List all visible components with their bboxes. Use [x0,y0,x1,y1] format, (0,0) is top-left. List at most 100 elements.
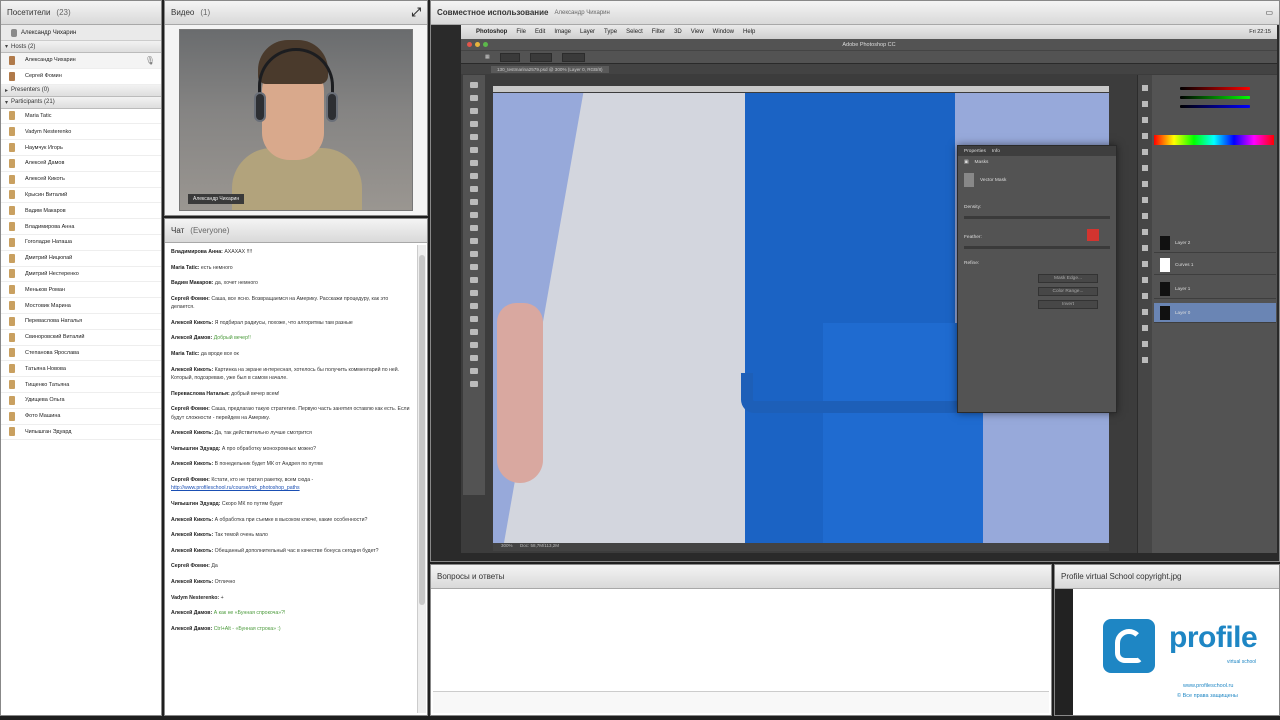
invert-button: Invert [1038,300,1098,309]
participant-name: Алексей Дамов [25,160,65,167]
participant-icon [9,111,15,121]
chat-title: Чат [171,226,185,235]
panel-icon [1142,293,1148,299]
layer-thumb [1160,257,1170,272]
participant-row[interactable]: Наумчук Игорь [1,140,161,156]
participant-row[interactable]: Переваслова Наталья [1,314,161,330]
headphone-left [254,92,266,122]
layer-row: Layer 1 [1154,279,1276,299]
participant-row[interactable]: Вадим Макаров [1,203,161,220]
panel-icon [1142,165,1148,171]
options-field [529,52,553,62]
ps-tool-icon [470,368,478,374]
ps-tool-icon [470,251,478,257]
chat-message: Алексей Кикоть: В понедельник будет МК о… [171,460,411,468]
green-slider [1180,96,1250,99]
chat-author: Алексей Дамов: [171,610,213,617]
vector-mask-label: Vector Mask [980,177,1007,183]
mac-menu-item: Edit [535,29,546,35]
mac-menu-item: Image [554,29,572,35]
hosts-section[interactable]: ▾ Hosts (2) [1,41,161,53]
chat-text: А как не «Бунная спрокоча»?! [213,610,286,617]
host-icon [9,71,15,81]
chat-author: Алексей Дамов: [171,625,213,632]
chat-panel: Чат (Everyone) Владимирова Анна: АХАХАХ … [164,218,428,716]
density-row: Density: [958,201,1116,214]
participant-row[interactable]: Фото Машина [1,409,161,425]
participants-section[interactable]: ▾ Participants (21) [1,96,161,109]
chat-author: Вадим Макаров: [171,280,214,287]
chat-author: Сергей Фомин: [171,563,210,570]
participant-row[interactable]: Дмитрий Нестеренко [1,267,161,283]
chat-author: Алексей Кикоть: [171,516,214,523]
ps-tool-icon [470,95,478,101]
participant-row[interactable]: Степанова Ярослава [1,346,161,362]
participant-row[interactable]: Тищенко Татьяна [1,377,161,393]
participant-row[interactable]: Дмитрий Ницюпай [1,251,161,267]
panel-icon [1142,277,1148,283]
participant-row[interactable]: Владимирова Анна [1,219,161,235]
participant-row[interactable]: Татьяна Новова [1,361,161,378]
participants-section-label: Participants (21) [11,99,55,106]
participant-row[interactable]: Vadym Nesterenko [1,124,161,141]
host-icon [9,55,15,65]
chat-text: Добрый вечер!! [213,335,251,342]
presenters-section[interactable]: ▸ Presenters (0) [1,84,161,97]
chat-message: Сергей Фомин: Да [171,562,411,570]
chat-scroll-thumb[interactable] [419,255,425,605]
participant-row[interactable]: Крысин Виталий [1,188,161,204]
chat-text: Ctrl+Alt - «Бунная строка» :) [213,625,281,632]
document-tab: 130_testmarina2579.psd @ 300% (Layer 0, … [491,65,609,73]
chat-author: Maria Tatic: [171,264,200,271]
mac-menu-item: Help [743,29,756,35]
refine-label: Refine: [964,261,980,266]
chat-message: Чипышгин Эдуард: А про обработку монохро… [171,445,411,453]
participant-row[interactable]: Мостовик Марина [1,298,161,314]
mac-menu-item: Photoshop [476,29,508,35]
participant-icon [9,253,15,263]
host-row[interactable]: Александр Чихарин 🎙 [1,53,161,69]
ps-tool-icon [470,225,478,231]
mask-icon: ▣ [964,160,969,165]
chat-scrollbar[interactable] [417,245,426,713]
density-slider [964,216,1110,219]
ps-tool-icon [470,160,478,166]
host-name: Сергей Фомин [25,73,62,80]
chat-author: Сергей Фомин: [171,406,210,413]
participant-row[interactable]: Алексей Кикоть [1,172,161,188]
participant-row[interactable]: Чипышган Эдуард [1,425,161,441]
panel-icon [1142,101,1148,107]
share-title: Совместное использование [437,8,549,17]
fullscreen-icon[interactable]: ⤢ [411,5,421,20]
ps-tool-icon [470,82,478,88]
qa-input-area[interactable] [433,691,1049,713]
participant-row[interactable]: Свиноровский Виталий [1,330,161,346]
participant-row[interactable]: Гоголадзе Наташа [1,235,161,251]
host-row[interactable]: Сергей Фомин [1,69,161,85]
vector-mask-row: Vector Mask [958,169,1116,191]
participant-name: Вадим Макаров [25,207,66,214]
ps-tool-icon [470,108,478,114]
panel-menu-icon[interactable]: ▭ [1265,8,1273,17]
properties-section: ▣ Masks [958,156,1116,169]
mac-menu-item: 3D [674,29,682,35]
chat-author: Владимирова Анна: [171,249,223,255]
masks-label: Masks [974,160,989,165]
participant-icon [9,348,15,358]
chat-author: Алексей Кикоть: [171,461,214,468]
chat-text: А про обработку монохромных можно? [221,445,317,452]
chat-text: добрый вечер всем! [231,390,280,397]
doc-info: Doc: 58,7M/113,2M [520,543,559,548]
participant-row[interactable]: Меньков Роман [1,282,161,299]
chat-message: Алексей Дамов: А как не «Бунная спрокоча… [171,609,411,617]
my-entry[interactable]: Александр Чихарин [1,25,161,41]
file-share-header: Profile virtual School copyright.jpg [1055,565,1279,589]
chat-link[interactable]: http://www.profileschool.ru/course/mk_ph… [171,485,300,491]
participant-row[interactable]: Удищева Ольга [1,393,161,409]
participant-icon [9,427,15,437]
participant-row[interactable]: Алексей Дамов [1,156,161,172]
options-tool-icon: ▦ [485,54,490,60]
properties-header: Properties Info [958,146,1116,156]
participant-row[interactable]: Maria Tatic [1,109,161,125]
screen-share-panel: Совместное использование Александр Чихар… [430,0,1280,562]
